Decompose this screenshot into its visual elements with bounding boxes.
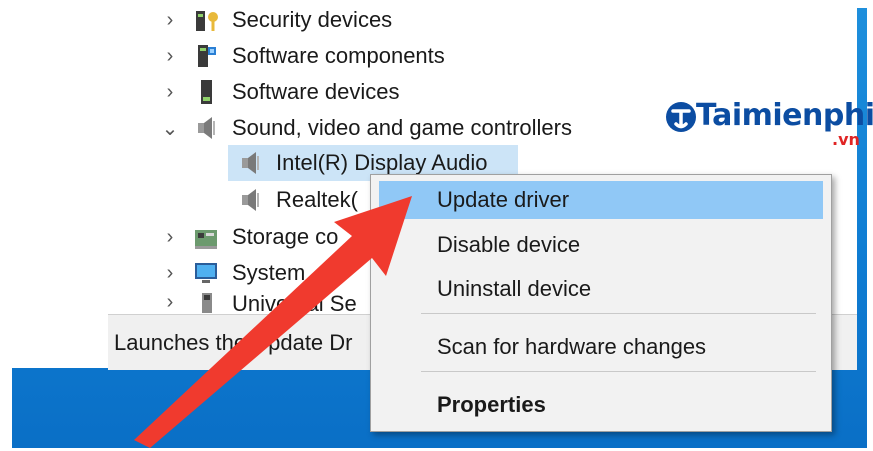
watermark-suffix: .vn <box>832 130 860 149</box>
chevron-right-icon[interactable]: › <box>160 81 180 104</box>
desktop-background: › Security devices › Software components… <box>12 7 867 448</box>
menu-item-label: Disable device <box>437 232 581 257</box>
context-menu: Update driver Disable device Uninstall d… <box>370 174 832 432</box>
status-bar-text: Launches the Update Dr <box>114 329 353 355</box>
tree-category-software-components[interactable]: › Software components <box>160 39 445 73</box>
watermark-brand: Taimienphi <box>696 98 873 133</box>
chevron-right-icon[interactable]: › <box>160 291 180 313</box>
tree-device-label: Intel(R) Display Audio <box>276 150 488 175</box>
tree-category-label: Software devices <box>232 79 400 104</box>
speaker-icon <box>192 113 222 143</box>
tree-category-label: Universal Se <box>232 291 357 313</box>
software-components-icon <box>192 41 222 71</box>
software-devices-icon <box>192 77 222 107</box>
tree-category-label: Storage co <box>232 224 339 249</box>
menu-item-scan-hardware[interactable]: Scan for hardware changes <box>379 328 823 366</box>
tree-category-security-devices[interactable]: › Security devices <box>160 3 393 37</box>
menu-item-label: Properties <box>437 392 546 417</box>
menu-item-label: Uninstall device <box>437 276 592 301</box>
taimienphi-logo-icon <box>666 102 696 132</box>
chevron-down-icon[interactable]: ⌄ <box>160 116 180 141</box>
speaker-icon <box>236 185 266 215</box>
security-devices-icon <box>192 5 222 35</box>
menu-item-uninstall-device[interactable]: Uninstall device <box>379 270 823 308</box>
speaker-icon <box>236 148 266 178</box>
tree-category-sound-video-game[interactable]: ⌄ Sound, video and game controllers <box>160 111 572 145</box>
chevron-right-icon[interactable]: › <box>160 45 180 68</box>
tree-category-label: System <box>232 260 306 285</box>
tree-category-universal-serial-bus[interactable]: › Universal Se <box>160 291 357 313</box>
tree-device-label: Realtek( <box>276 187 358 212</box>
tree-category-label: Security devices <box>232 7 393 32</box>
menu-item-label: Scan for hardware changes <box>437 334 707 359</box>
chevron-right-icon[interactable]: › <box>160 226 180 249</box>
chevron-right-icon[interactable]: › <box>160 262 180 285</box>
tree-category-software-devices[interactable]: › Software devices <box>160 75 400 109</box>
menu-item-label: Update driver <box>437 187 570 212</box>
tree-category-storage-controllers[interactable]: › Storage co <box>160 220 338 254</box>
menu-separator <box>421 371 816 372</box>
tree-category-label: Software components <box>232 43 445 68</box>
menu-item-properties[interactable]: Properties <box>379 386 823 424</box>
system-devices-icon <box>192 258 222 288</box>
tree-category-label: Sound, video and game controllers <box>232 115 572 140</box>
tree-device-realtek[interactable]: Realtek( <box>232 183 358 217</box>
chevron-right-icon[interactable]: › <box>160 9 180 32</box>
menu-item-update-driver[interactable]: Update driver <box>379 181 823 219</box>
menu-separator <box>421 313 816 314</box>
menu-item-disable-device[interactable]: Disable device <box>379 226 823 264</box>
storage-controller-icon <box>192 222 222 252</box>
tree-category-system-devices[interactable]: › System <box>160 256 306 290</box>
usb-icon <box>192 291 222 313</box>
